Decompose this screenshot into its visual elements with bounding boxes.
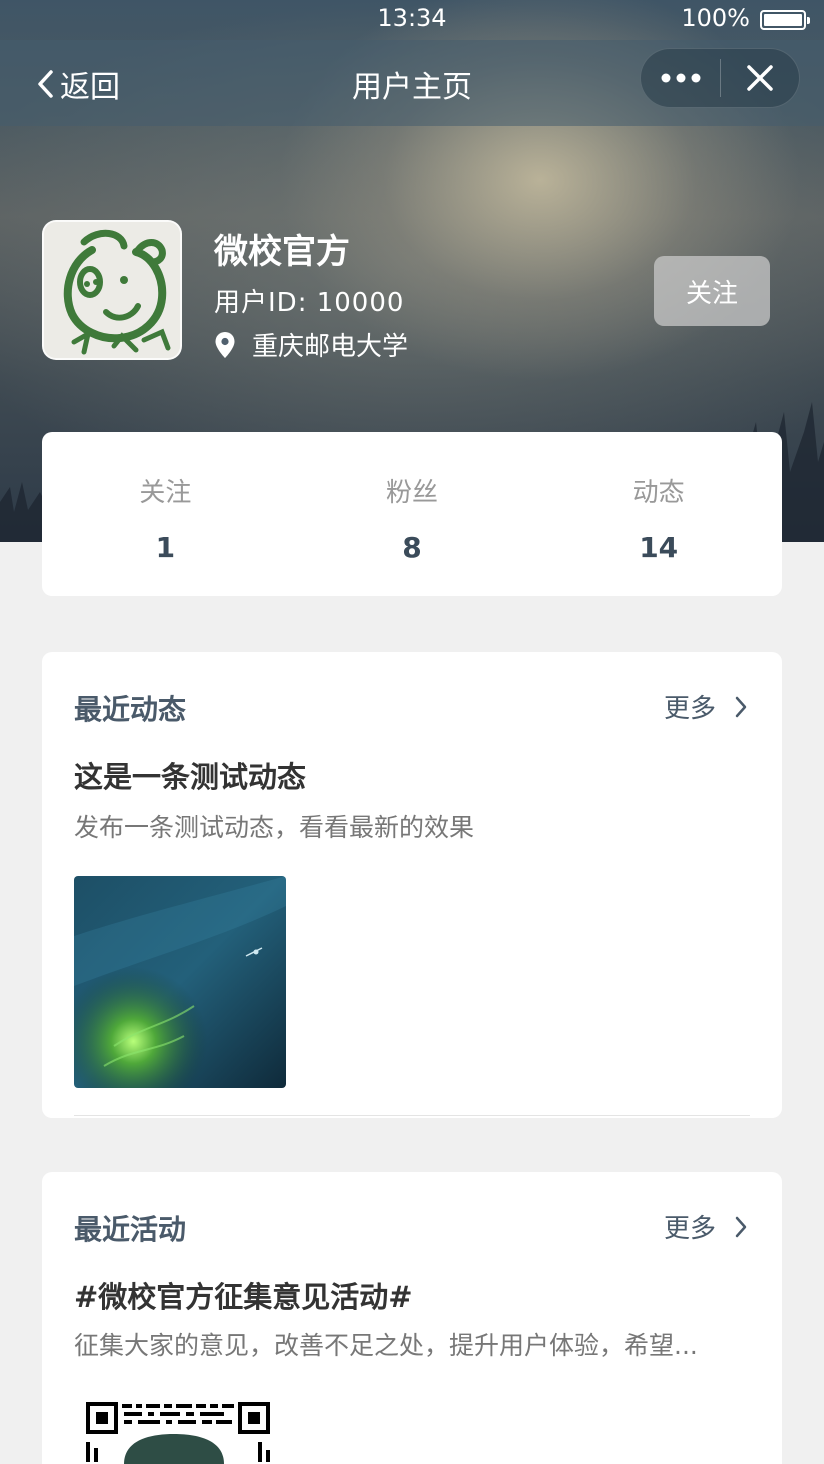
profile-name: 微校官方 xyxy=(214,232,350,272)
post-description: 发布一条测试动态，看看最新的效果 xyxy=(74,813,475,842)
stat-followers[interactable]: 粉丝 8 xyxy=(289,432,536,596)
status-bar: 13:34 100% xyxy=(0,0,824,40)
more-label: 更多 xyxy=(663,1214,716,1244)
stat-label: 关注 xyxy=(139,478,192,508)
stats-card: 关注 1 粉丝 8 动态 14 xyxy=(42,432,782,596)
navigation-bar: 返回 用户主页 xyxy=(0,40,824,126)
post-image[interactable] xyxy=(74,876,286,1088)
profile-location: 重庆邮电大学 xyxy=(214,326,408,363)
follow-button[interactable]: 关注 xyxy=(654,256,770,326)
profile-user-id: 用户ID: 10000 xyxy=(214,288,405,318)
stat-value: 1 xyxy=(155,531,176,564)
location-pin-icon xyxy=(215,331,235,358)
recent-events-title: 最近活动 xyxy=(74,1213,187,1246)
card-divider xyxy=(74,1115,750,1116)
event-title[interactable]: #微校官方征集意见活动# xyxy=(74,1274,413,1316)
avatar[interactable] xyxy=(42,220,182,360)
stat-value: 8 xyxy=(402,531,422,564)
recent-posts-more-link[interactable]: 更多 xyxy=(664,688,748,725)
pig-logo-icon xyxy=(44,222,180,358)
more-dots-icon xyxy=(661,73,700,83)
stat-label: 动态 xyxy=(632,478,685,508)
chevron-right-icon xyxy=(735,696,747,717)
battery-icon xyxy=(760,10,810,30)
event-description: 征集大家的意见，改善不足之处，提升用户体验，希望... xyxy=(74,1331,698,1360)
stat-value: 14 xyxy=(639,531,679,564)
post-title[interactable]: 这是一条测试动态 xyxy=(74,754,306,796)
more-button[interactable] xyxy=(641,48,720,108)
stat-posts[interactable]: 动态 14 xyxy=(535,432,782,596)
chevron-right-icon xyxy=(735,1216,747,1237)
qr-code-image[interactable] xyxy=(74,1398,274,1464)
recent-events-card: 最近活动 更多 #微校官方征集意见活动# 征集大家的意见，改善不足之处，提升用户… xyxy=(42,1172,782,1464)
location-text: 重庆邮电大学 xyxy=(252,332,409,362)
recent-posts-card: 最近动态 更多 这是一条测试动态 发布一条测试动态，看看最新的效果 xyxy=(42,652,782,1118)
more-label: 更多 xyxy=(663,694,716,724)
user-profile-page: 13:34 100% 返回 用户主页 微校官方 用户ID: 10000 重庆邮电… xyxy=(0,0,824,1464)
close-icon xyxy=(747,65,773,91)
stat-label: 粉丝 xyxy=(386,478,439,508)
recent-posts-title: 最近动态 xyxy=(74,693,187,726)
battery-percentage: 100% xyxy=(681,4,750,32)
close-button[interactable] xyxy=(721,48,799,108)
recent-events-more-link[interactable]: 更多 xyxy=(664,1208,748,1245)
mini-program-capsule xyxy=(640,48,800,108)
stat-following[interactable]: 关注 1 xyxy=(42,432,289,596)
